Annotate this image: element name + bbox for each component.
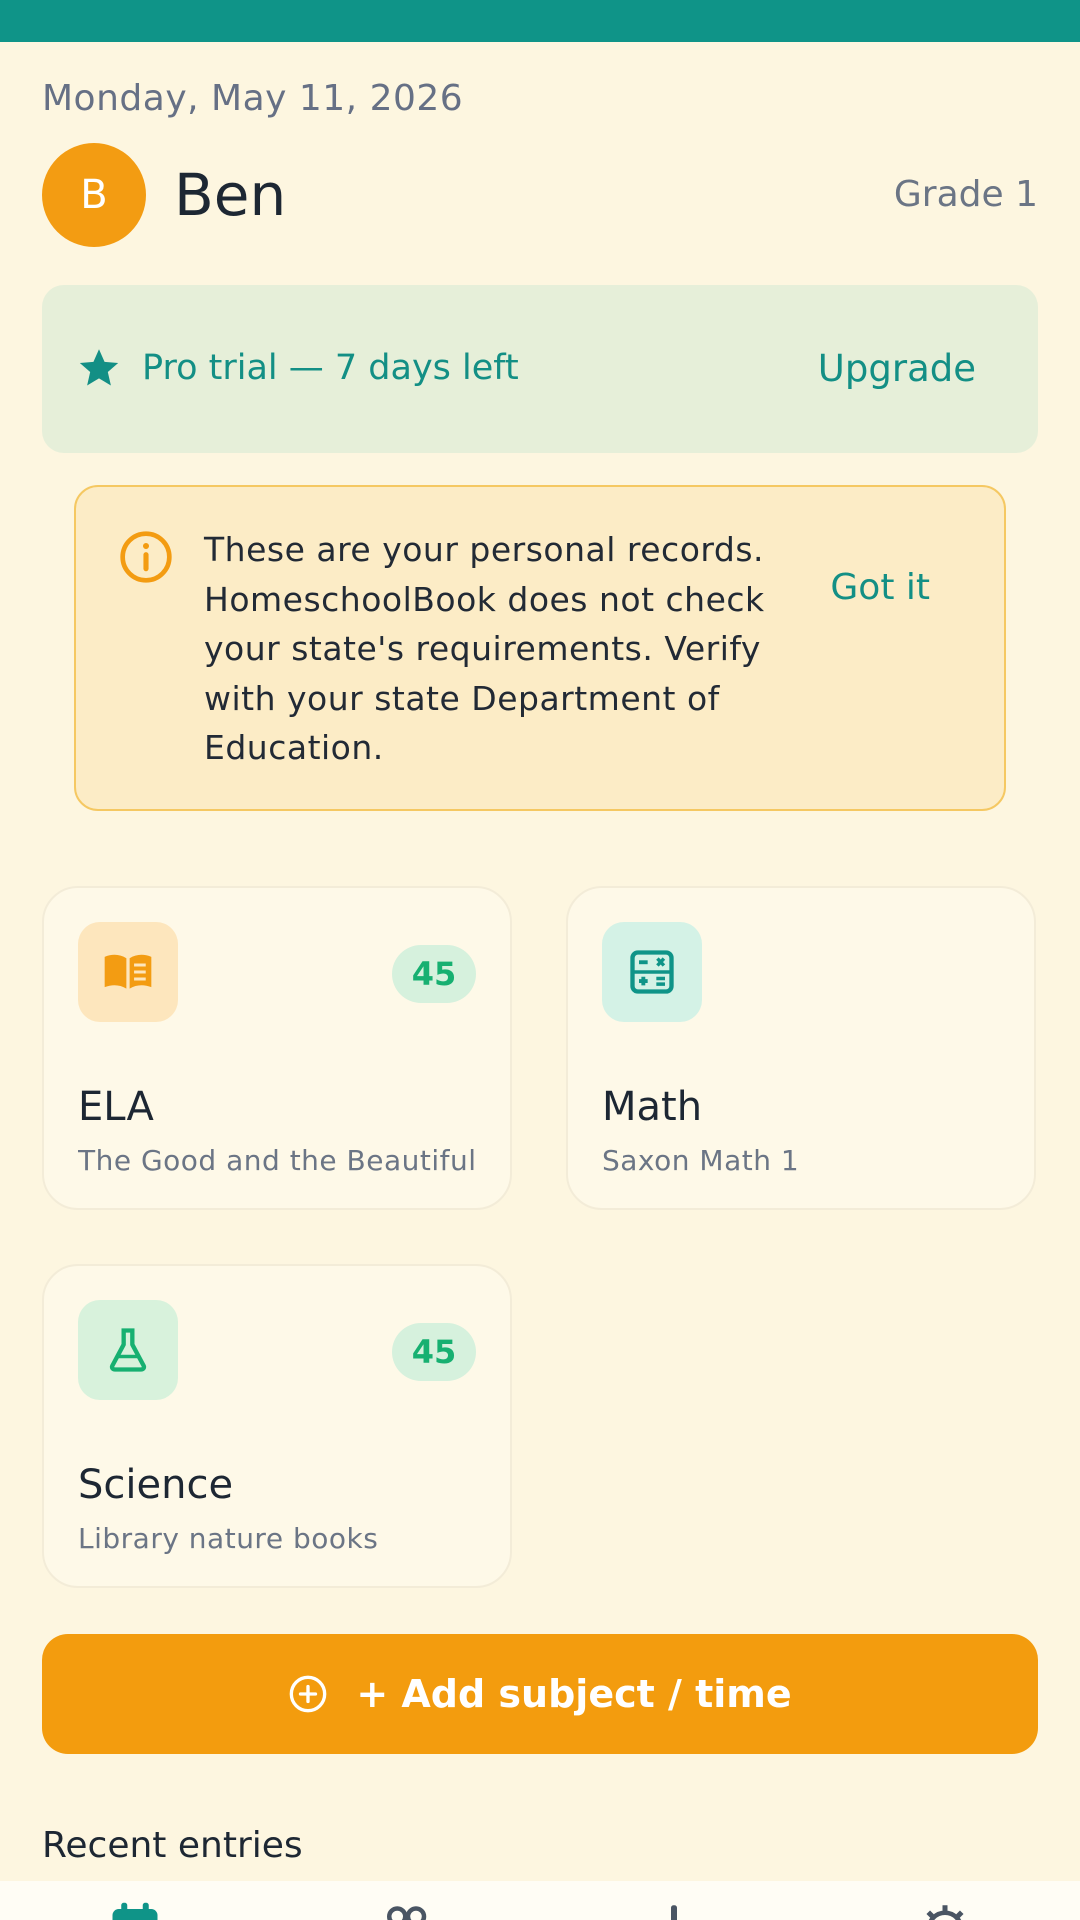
- nav-item-settings[interactable]: [915, 1899, 975, 1920]
- trial-text: Pro trial — 7 days left: [142, 348, 519, 388]
- add-subject-label: + Add subject / time: [356, 1672, 792, 1716]
- people-icon: [387, 1906, 427, 1920]
- subject-icon-box: [602, 922, 702, 1022]
- info-icon: [120, 531, 172, 583]
- star-icon: [79, 349, 119, 386]
- disclaimer-notice: These are your personal records. Homesch…: [74, 485, 1006, 811]
- book-icon: [104, 954, 152, 989]
- notice-text: These are your personal records. Homesch…: [204, 530, 765, 767]
- minutes-badge: 45: [392, 1323, 476, 1381]
- subject-curriculum: Saxon Math 1: [602, 1144, 800, 1177]
- trial-banner: Pro trial — 7 days left Upgrade: [42, 285, 1038, 453]
- plus-circle-icon: [289, 1675, 327, 1713]
- chart-icon: [671, 1905, 677, 1920]
- subject-card-math[interactable]: Math Saxon Math 1: [566, 886, 1036, 1210]
- got-it-button[interactable]: Got it: [830, 567, 930, 608]
- recent-entries-title: Recent entries: [42, 1825, 303, 1866]
- minutes-badge: 45: [392, 945, 476, 1003]
- subject-title: Science: [78, 1462, 234, 1508]
- subject-title: Math: [602, 1084, 703, 1130]
- subject-icon-box: [78, 1300, 178, 1400]
- calendar-icon: [112, 1902, 158, 1920]
- add-subject-button[interactable]: + Add subject / time: [42, 1634, 1038, 1754]
- upgrade-button[interactable]: Upgrade: [818, 347, 976, 390]
- flask-icon: [109, 1328, 147, 1372]
- nav-item-reports[interactable]: [644, 1899, 704, 1920]
- subject-curriculum: The Good and the Beautiful: [78, 1144, 477, 1177]
- subject-curriculum: Library nature books: [78, 1522, 379, 1555]
- grade-label: Grade 1: [893, 174, 1038, 215]
- avatar-initial: B: [80, 172, 108, 218]
- calculator-icon: [630, 950, 674, 994]
- subject-icon-box: [78, 922, 178, 1022]
- nav-item-students[interactable]: [376, 1899, 436, 1920]
- status-bar: [0, 0, 1080, 42]
- subject-card-ela[interactable]: 45 ELA The Good and the Beautiful: [42, 886, 512, 1210]
- nav-item-today[interactable]: [105, 1899, 165, 1920]
- subject-card-science[interactable]: 45 Science Library nature books: [42, 1264, 512, 1588]
- subject-title: ELA: [78, 1084, 154, 1130]
- gear-icon: [926, 1905, 964, 1920]
- current-date: Monday, May 11, 2026: [42, 78, 464, 119]
- bottom-nav: [0, 1881, 1080, 1920]
- avatar[interactable]: B: [42, 143, 146, 247]
- child-name: Ben: [174, 161, 287, 229]
